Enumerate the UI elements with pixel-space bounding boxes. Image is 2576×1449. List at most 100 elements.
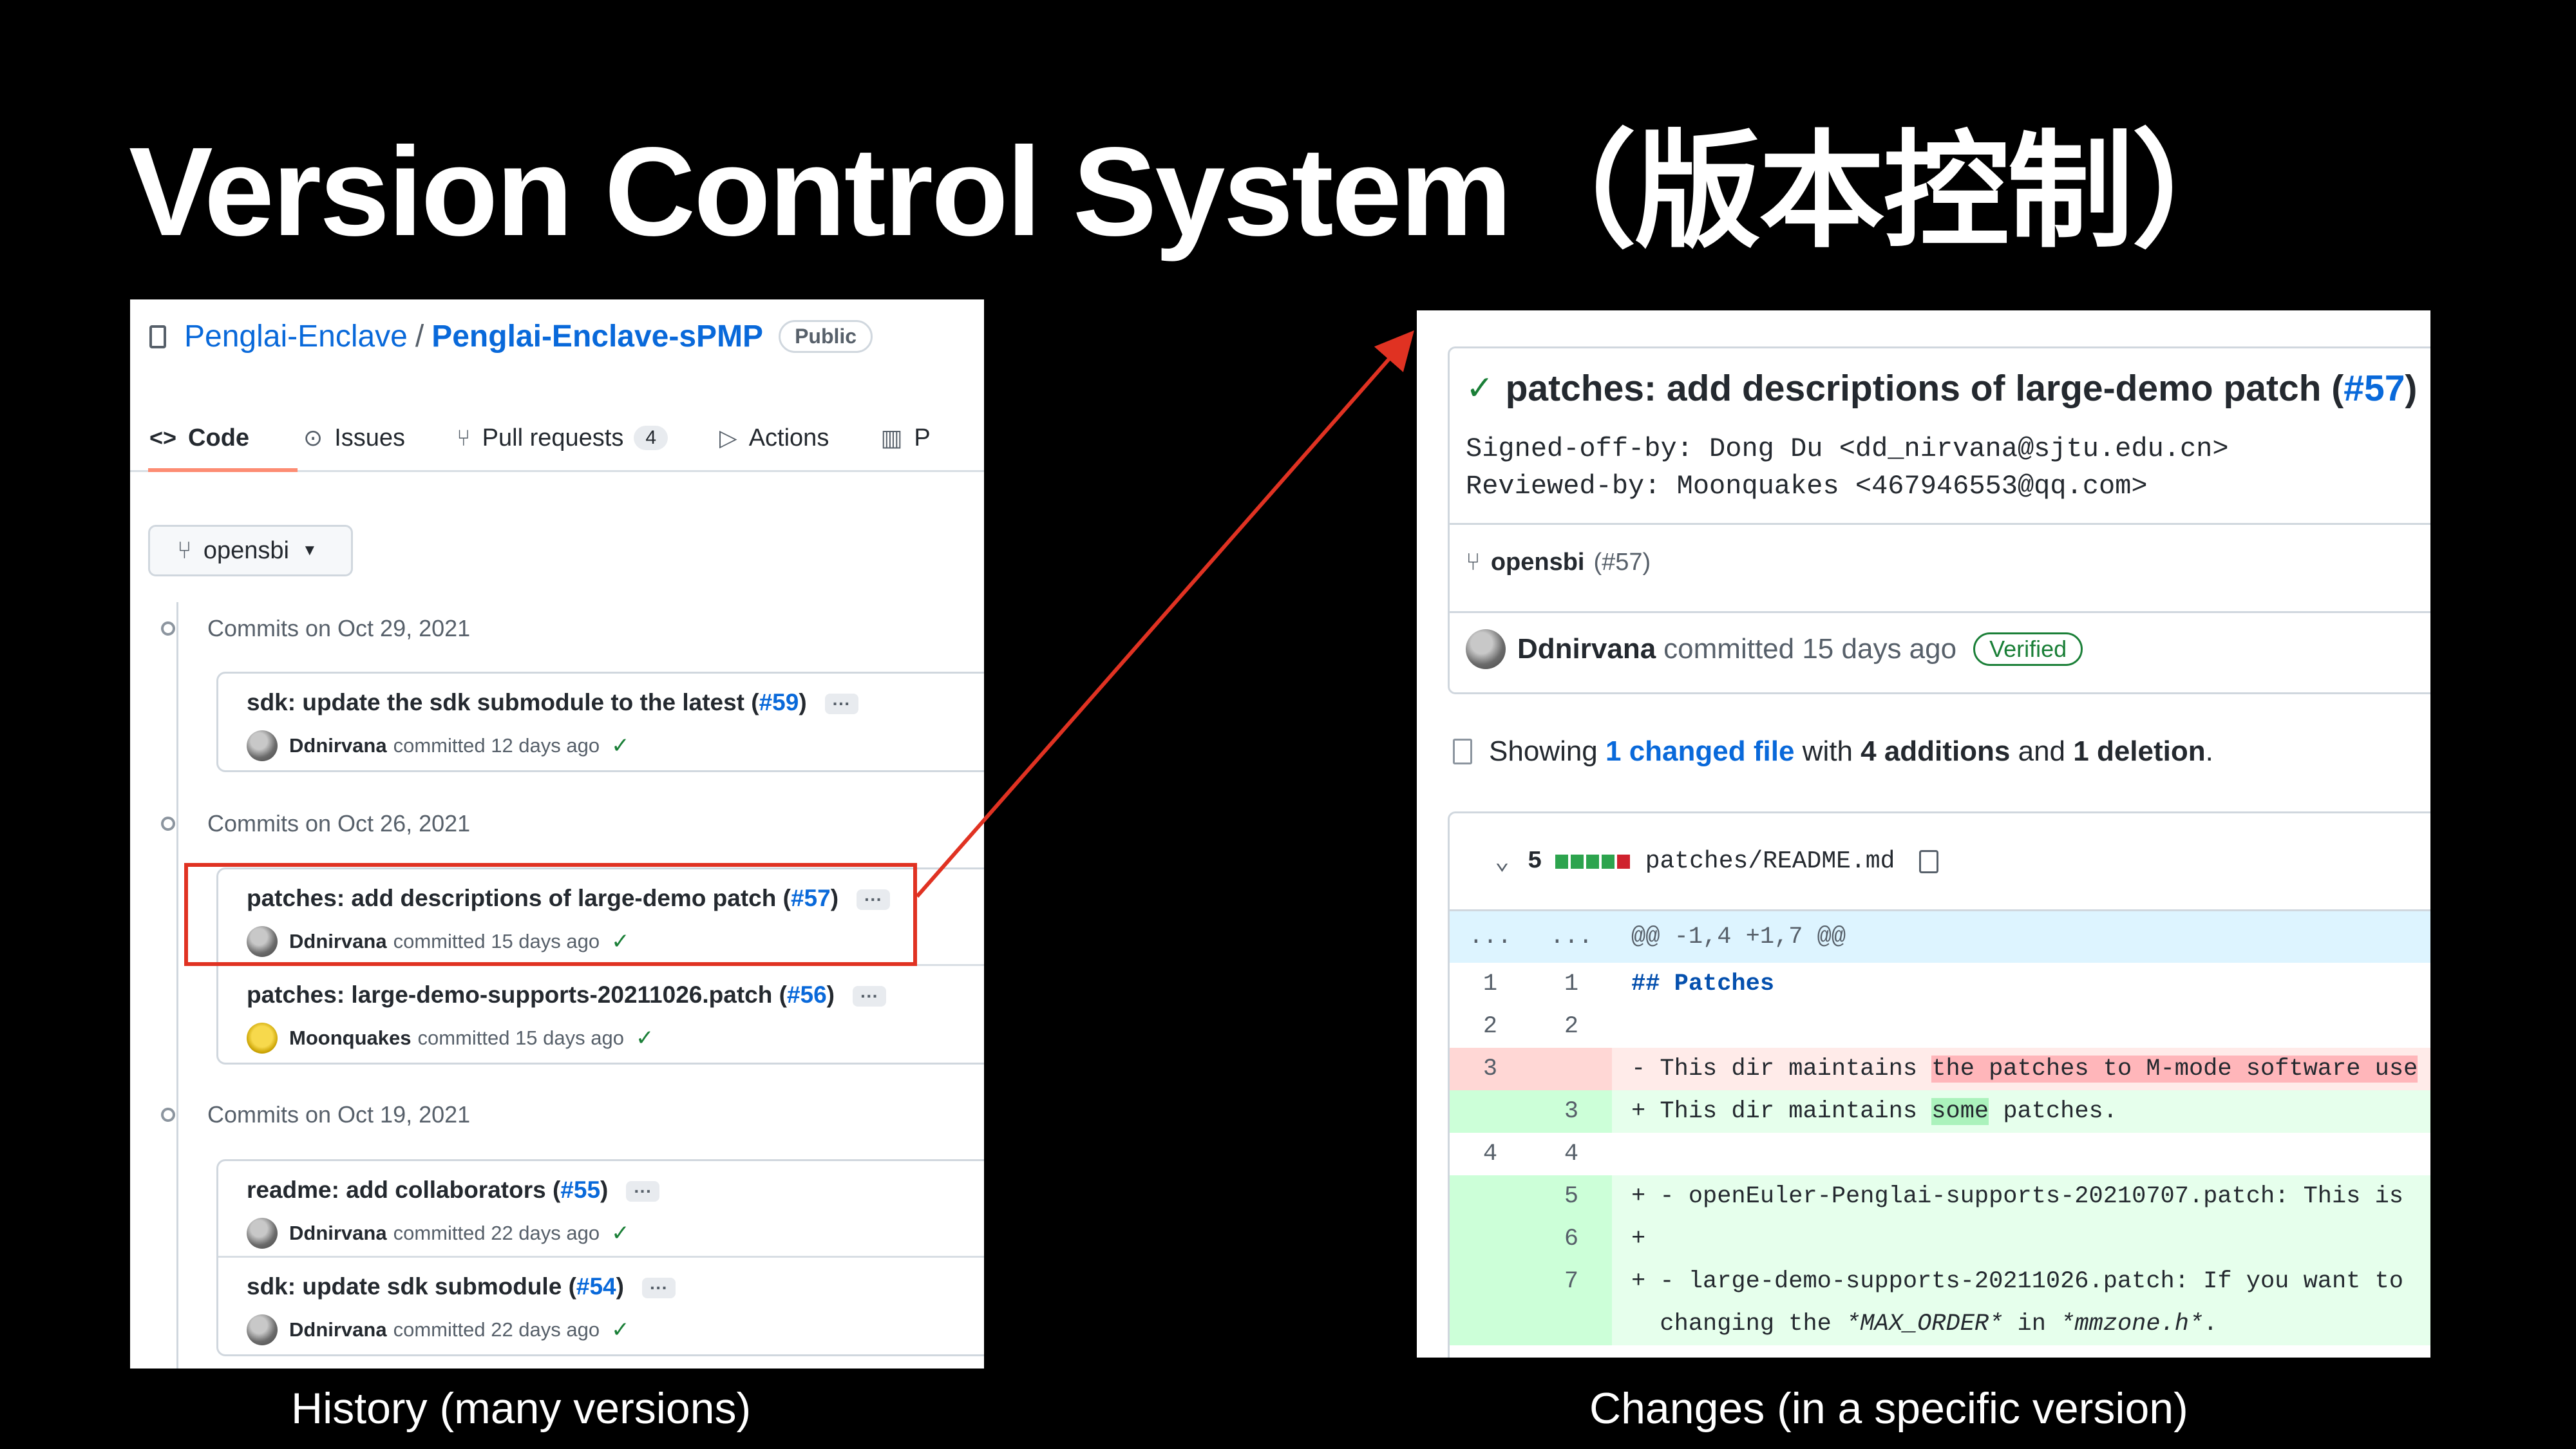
highlight-box (184, 863, 917, 966)
reviewed-by-line: Reviewed-by: Moonquakes <467946553@qq.co… (1466, 471, 2148, 502)
author-name[interactable]: Ddnirvana (289, 1318, 387, 1341)
code-segment: + This dir maintains (1631, 1098, 1932, 1125)
commit-row[interactable]: sdk: update the sdk submodule to the lat… (218, 674, 984, 770)
pr-link[interactable]: #54 (576, 1273, 616, 1300)
code-segment: . (2203, 1311, 2218, 1338)
summary-text: with (1794, 735, 1861, 767)
pr-link[interactable]: #56 (787, 981, 827, 1008)
code-text: + This dir maintains some patches. (1612, 1090, 2117, 1133)
commit-node-icon (161, 817, 175, 831)
commit-row[interactable]: sdk: update sdk submodule (#54) ··· Ddnir… (218, 1258, 984, 1354)
old-line-number[interactable] (1450, 1218, 1531, 1260)
diff-line-added: 5 + - openEuler-Penglai-supports-2021070… (1450, 1175, 2430, 1218)
expand-down-button[interactable]: ... (1531, 911, 1612, 963)
old-line-number[interactable] (1450, 1175, 1531, 1218)
expand-message-button[interactable]: ··· (853, 986, 886, 1007)
copy-icon[interactable] (1919, 849, 1939, 873)
commit-meta: Ddnirvana committed 22 days ago ✓ (247, 1218, 630, 1249)
new-line-number[interactable]: 7 (1531, 1260, 1612, 1303)
new-line-number[interactable]: 6 (1531, 1218, 1612, 1260)
avatar (1466, 629, 1506, 669)
pr-link[interactable]: #59 (759, 689, 799, 715)
tab-issues[interactable]: ⊙ Issues (303, 424, 405, 452)
paren: ) (826, 981, 835, 1008)
summary-text: and (2010, 735, 2074, 767)
commit-message: sdk: update sdk submodule ( (247, 1273, 576, 1300)
pr-link[interactable]: #55 (560, 1177, 600, 1203)
diff-line: 2 2 (1450, 1005, 2430, 1048)
changed-files-link[interactable]: 1 changed file (1605, 735, 1794, 768)
file-diff: ⌄ 5 patches/README.md ... ... @@ -1,4 +1… (1448, 811, 2430, 1358)
date-label: Commits on Oct 19, 2021 (207, 1101, 471, 1128)
new-line-number[interactable]: 2 (1531, 1005, 1612, 1048)
new-line-number[interactable]: 1 (1531, 963, 1612, 1005)
play-icon: ▷ (719, 424, 737, 451)
branch-selector[interactable]: ⑂ opensbi ▼ (148, 525, 353, 576)
issue-icon: ⊙ (303, 424, 323, 451)
author-name[interactable]: Ddnirvana (289, 1222, 387, 1245)
commit-time: committed 22 days ago (393, 1318, 600, 1341)
commit-row[interactable]: readme: add collaborators (#55) ··· Ddnir… (218, 1161, 984, 1258)
check-icon: ✓ (1466, 370, 1494, 407)
check-icon: ✓ (611, 1221, 630, 1245)
code-segment: changing the (1631, 1311, 1846, 1338)
diff-hunk-header: ... ... @@ -1,4 +1,7 @@ (1450, 911, 2430, 963)
active-tab-indicator (148, 468, 298, 472)
old-line-number[interactable]: 2 (1450, 1005, 1531, 1048)
commit-title[interactable]: sdk: update sdk submodule (#54) ··· (247, 1273, 676, 1300)
old-line-number[interactable]: 4 (1450, 1133, 1531, 1175)
diff-summary: Showing 1 changed file with 4 additions … (1453, 735, 2213, 768)
tab-projects[interactable]: ▥ P (880, 424, 930, 452)
repo-name-link[interactable]: Penglai-Enclave-sPMP (431, 319, 763, 354)
commit-message: patches: add descriptions of large-demo … (1505, 368, 2344, 409)
commit-title[interactable]: patches: large-demo-supports-20211026.pa… (247, 981, 886, 1009)
verified-badge[interactable]: Verified (1973, 632, 2083, 666)
tab-actions[interactable]: ▷ Actions (719, 424, 829, 452)
diff-line: 1 1 ## Patches (1450, 963, 2430, 1005)
old-line-number[interactable] (1450, 1090, 1531, 1133)
old-line-number[interactable]: 1 (1450, 963, 1531, 1005)
new-line-number[interactable]: 5 (1531, 1175, 1612, 1218)
additions-count: 4 additions (1861, 735, 2011, 767)
commit-message: readme: add collaborators ( (247, 1177, 561, 1203)
file-path[interactable]: patches/README.md (1645, 848, 1895, 875)
author-name[interactable]: Ddnirvana (1517, 633, 1656, 665)
author-name[interactable]: Ddnirvana (289, 734, 387, 757)
timeline-line (176, 602, 178, 1368)
commit-date-header: Commits on Oct 19, 2021 (161, 1101, 470, 1128)
author-name[interactable]: Moonquakes (289, 1027, 411, 1050)
commit-row[interactable]: patches: large-demo-supports-20211026.pa… (218, 966, 984, 1063)
pr-link[interactable]: #57 (2344, 367, 2405, 410)
branch-name[interactable]: opensbi (1491, 549, 1585, 576)
old-line-number[interactable]: 3 (1450, 1048, 1531, 1090)
chevron-down-icon[interactable]: ⌄ (1495, 846, 1510, 876)
code-segment: patches. (1989, 1098, 2117, 1125)
visibility-badge: Public (779, 320, 873, 353)
new-line-number[interactable] (1531, 1048, 1612, 1090)
commit-time: committed 12 days ago (393, 734, 600, 757)
removed-word: to M-mode software use (2088, 1056, 2418, 1083)
avatar (247, 1314, 278, 1345)
date-label: Commits on Oct 29, 2021 (207, 615, 471, 641)
old-line-number (1450, 1303, 1531, 1345)
tab-code[interactable]: <> Code (149, 424, 249, 452)
diff-line-added: changing the *MAX_ORDER* in *mmzone.h*. (1450, 1303, 2430, 1345)
expand-message-button[interactable]: ··· (641, 1278, 676, 1299)
deletions-count: 1 deletion (2073, 735, 2206, 767)
repo-owner-link[interactable]: Penglai-Enclave (184, 319, 408, 354)
expand-up-button[interactable]: ... (1450, 911, 1531, 963)
branch-name: opensbi (203, 536, 289, 564)
expand-message-button[interactable]: ··· (824, 694, 858, 715)
new-line-number[interactable]: 3 (1531, 1090, 1612, 1133)
tab-label: Actions (748, 424, 829, 451)
tab-pull-requests[interactable]: ⑂ Pull requests 4 (457, 424, 668, 452)
old-line-number[interactable] (1450, 1260, 1531, 1303)
commit-node-icon (161, 621, 175, 636)
new-line-number[interactable]: 4 (1531, 1133, 1612, 1175)
avatar (247, 1218, 278, 1249)
commit-title[interactable]: readme: add collaborators (#55) ··· (247, 1177, 660, 1204)
commit-date-header: Commits on Oct 26, 2021 (161, 810, 470, 837)
expand-message-button[interactable]: ··· (626, 1181, 660, 1202)
commit-title[interactable]: sdk: update the sdk submodule to the lat… (247, 689, 858, 716)
